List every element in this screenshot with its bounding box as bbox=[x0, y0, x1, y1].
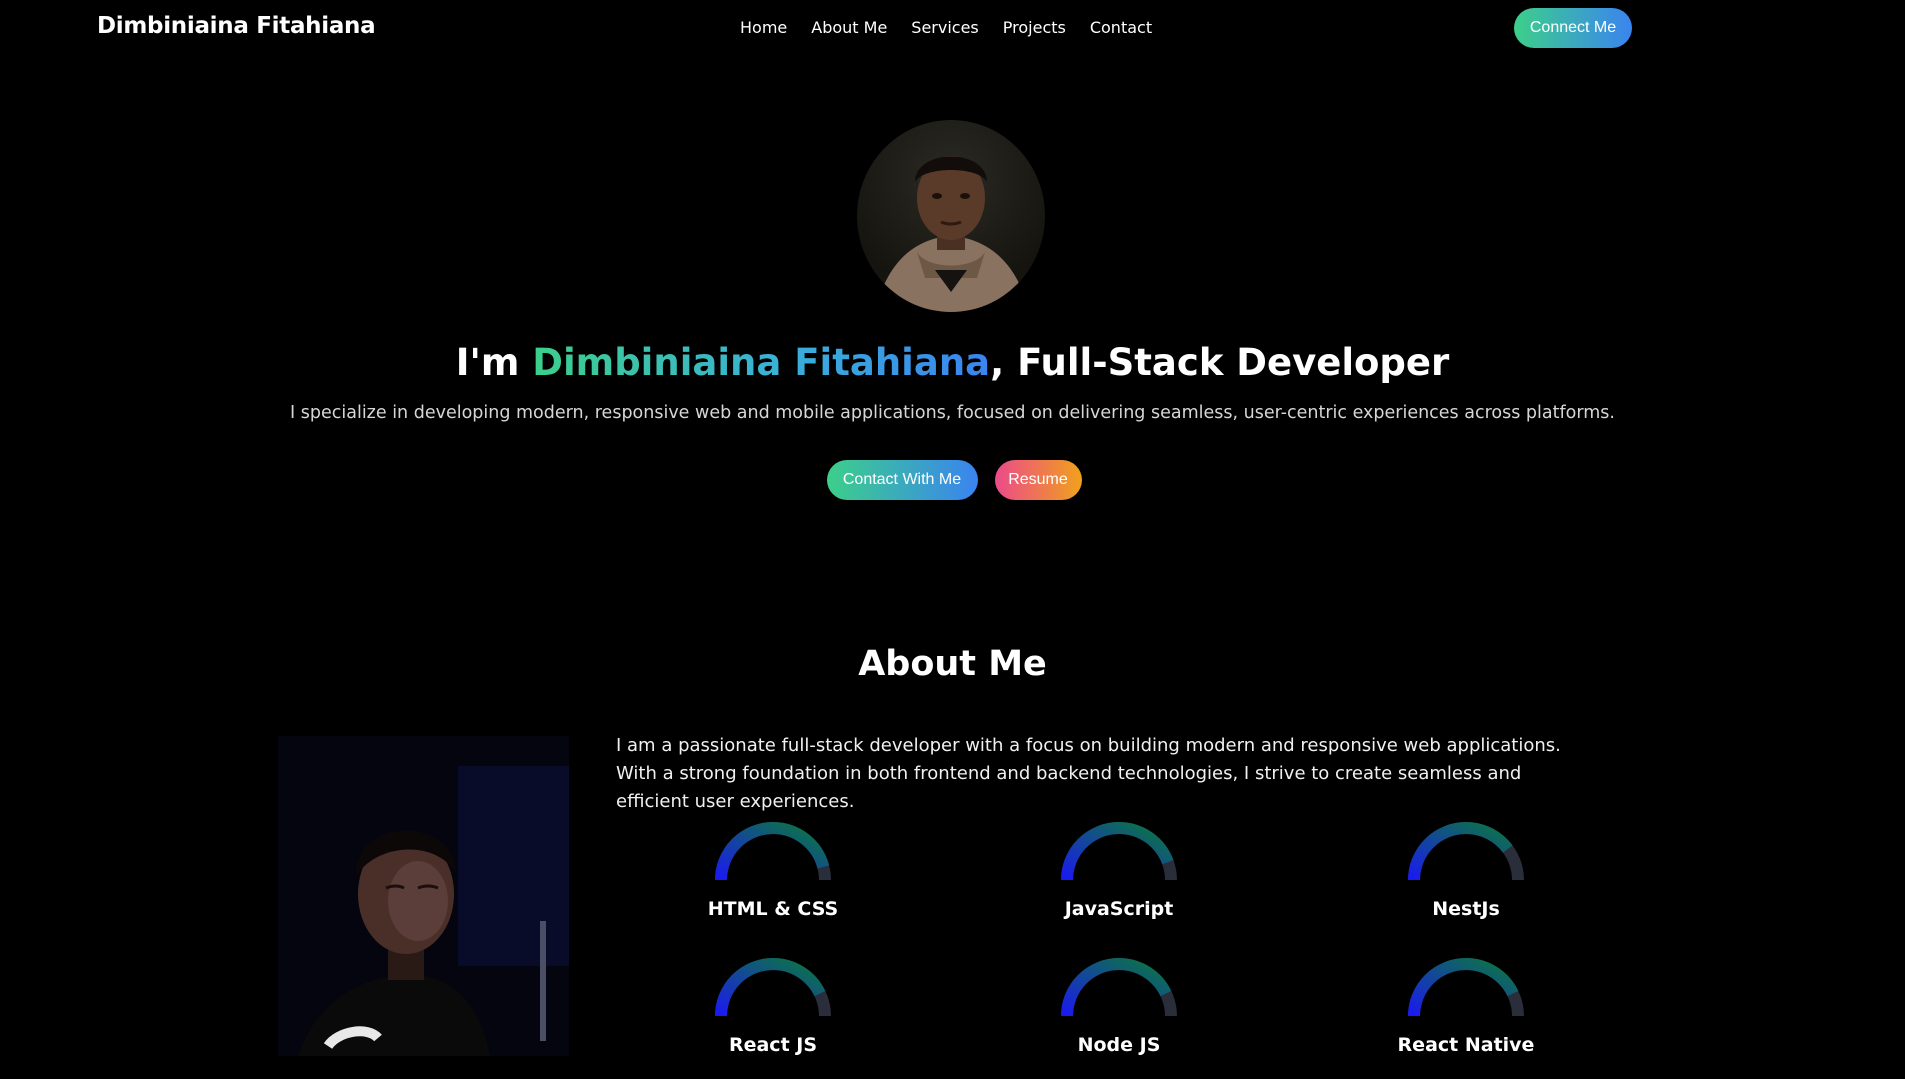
skill-item: Node JS bbox=[1029, 956, 1209, 1056]
skill-item: React Native bbox=[1376, 956, 1556, 1056]
skill-gauge-icon bbox=[715, 958, 831, 1017]
skills-grid: HTML & CSS JavaScript NestJs React JS No… bbox=[616, 820, 1616, 1060]
hero-title-name: Dimbiniaina Fitahiana bbox=[532, 341, 991, 384]
hero-cta-group: Contact With Me Resume bbox=[0, 460, 1905, 500]
resume-button[interactable]: Resume bbox=[994, 460, 1082, 500]
about-photo-illustration bbox=[278, 736, 569, 1056]
nav-link-home[interactable]: Home bbox=[740, 18, 787, 37]
skill-gauge-icon bbox=[715, 822, 831, 881]
nav-link-projects[interactable]: Projects bbox=[1003, 18, 1066, 37]
hero-title-prefix: I'm bbox=[455, 341, 533, 384]
skill-label: React Native bbox=[1397, 1034, 1535, 1056]
hero-subtitle: I specialize in developing modern, respo… bbox=[290, 403, 1615, 423]
skill-label: NestJs bbox=[1432, 898, 1500, 920]
about-photo bbox=[278, 736, 569, 1056]
hero-title: I'm Dimbiniaina Fitahiana, Full-Stack De… bbox=[0, 341, 1905, 384]
skill-gauge-icon bbox=[1408, 958, 1524, 1017]
skill-item: HTML & CSS bbox=[683, 820, 863, 920]
skill-gauge-icon bbox=[1061, 958, 1177, 1017]
brand-logo[interactable]: Dimbiniaina Fitahiana bbox=[97, 13, 376, 39]
skill-item: React JS bbox=[683, 956, 863, 1056]
about-description: I am a passionate full-stack developer w… bbox=[616, 735, 1561, 812]
skill-label: HTML & CSS bbox=[707, 898, 839, 920]
contact-with-me-button[interactable]: Contact With Me bbox=[826, 460, 978, 500]
skill-gauge-icon bbox=[1408, 822, 1524, 881]
skill-label: React JS bbox=[728, 1034, 818, 1056]
navbar: Dimbiniaina Fitahiana Home About Me Serv… bbox=[0, 0, 1905, 56]
skill-gauge-icon bbox=[1061, 822, 1177, 881]
profile-portrait-illustration bbox=[875, 156, 1029, 312]
about-heading: About Me bbox=[858, 644, 1047, 684]
profile-avatar bbox=[857, 120, 1045, 312]
hero-title-suffix: , Full-Stack Developer bbox=[990, 341, 1450, 384]
skill-label: JavaScript bbox=[1064, 898, 1174, 920]
connect-me-button[interactable]: Connect Me bbox=[1514, 8, 1632, 48]
nav-link-contact[interactable]: Contact bbox=[1090, 18, 1152, 37]
nav-link-services[interactable]: Services bbox=[911, 18, 978, 37]
skill-item: JavaScript bbox=[1029, 820, 1209, 920]
nav-link-about[interactable]: About Me bbox=[811, 18, 887, 37]
skill-label: Node JS bbox=[1077, 1034, 1161, 1056]
skill-item: NestJs bbox=[1376, 820, 1556, 920]
nav-menu: Home About Me Services Projects Contact bbox=[740, 18, 1152, 37]
